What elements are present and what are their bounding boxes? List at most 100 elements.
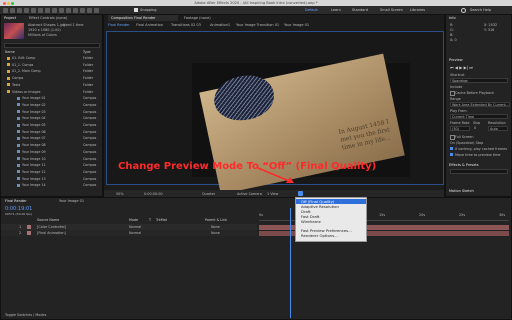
clone-tool-icon[interactable] bbox=[80, 7, 85, 13]
col-parent[interactable]: Parent & Link bbox=[205, 218, 227, 222]
project-item[interactable]: Your Image 08 Compos bbox=[3, 143, 113, 148]
layer-2-mode[interactable]: Normal bbox=[129, 231, 141, 235]
skip-value[interactable]: 0 bbox=[474, 126, 476, 130]
brush-tool-icon[interactable] bbox=[73, 7, 78, 13]
project-item[interactable]: Your Image 03 Compos bbox=[3, 110, 113, 115]
camera-dropdown[interactable]: Active Camera bbox=[237, 192, 262, 196]
range-dropdown[interactable]: Work Area Extended By Current... bbox=[450, 102, 510, 107]
project-item-type: Compos bbox=[83, 183, 97, 188]
playback-controls[interactable]: ⏮ ◀ ▶ ▶| ⏭ bbox=[450, 65, 508, 70]
project-item[interactable]: Your Image 12 Compos bbox=[3, 170, 113, 175]
puppet-tool-icon[interactable] bbox=[94, 7, 99, 13]
pan-tool-icon[interactable] bbox=[45, 7, 50, 13]
preview-mode-menu[interactable]: Off (Final Quality) Adaptive Resolution Dr… bbox=[295, 197, 367, 242]
tab-timeline-your-image-01[interactable]: Your Image 01 bbox=[59, 199, 84, 203]
shortcut-dropdown[interactable]: Spacebar bbox=[450, 78, 508, 83]
folder-icon bbox=[7, 56, 10, 60]
workspace-libraries[interactable]: Libraries bbox=[410, 8, 425, 12]
project-item-name: Your Image 14 bbox=[22, 183, 46, 188]
layer-2-parent[interactable]: None bbox=[211, 231, 220, 235]
layer-1-mode[interactable]: Normal bbox=[129, 225, 141, 229]
selection-tool-icon[interactable] bbox=[10, 7, 15, 13]
tab-footage[interactable]: Footage (none) bbox=[184, 16, 211, 20]
layer-1-number: 1 bbox=[19, 225, 22, 229]
snapping-checkbox[interactable] bbox=[134, 8, 138, 12]
col-source-name[interactable]: Source Name bbox=[37, 218, 59, 222]
type-column-header[interactable]: Type bbox=[83, 50, 91, 54]
layer-1-parent[interactable]: None bbox=[211, 225, 220, 229]
workspace-default[interactable]: Default bbox=[305, 8, 318, 12]
movetime-checkbox[interactable] bbox=[450, 153, 453, 156]
tab-timeline-final-render[interactable]: Final Render bbox=[5, 199, 27, 203]
project-item[interactable]: Your Image 05 Compos bbox=[3, 123, 113, 128]
ifcaching-checkbox[interactable] bbox=[450, 147, 453, 150]
eraser-tool-icon[interactable] bbox=[87, 7, 92, 13]
pen-tool-icon[interactable] bbox=[59, 7, 64, 13]
resolution-dropdown[interactable]: Quarter bbox=[202, 192, 215, 196]
name-column-header[interactable]: Name bbox=[5, 50, 15, 54]
workspace-small-screen[interactable]: Small Screen bbox=[380, 8, 403, 12]
project-search-input[interactable] bbox=[4, 43, 100, 48]
project-item[interactable]: Your Image 11 Compos bbox=[3, 163, 113, 168]
workspace-learn[interactable]: Learn bbox=[331, 8, 341, 12]
tab-project[interactable]: Project bbox=[4, 16, 16, 20]
play-from-dropdown[interactable]: Current Time bbox=[450, 114, 508, 119]
current-time[interactable]: 0:00:00:00 bbox=[144, 192, 163, 196]
frame-rate-dropdown[interactable]: (30) bbox=[450, 126, 470, 131]
project-item[interactable]: Your Image 01 Compos bbox=[3, 96, 113, 101]
project-item-type: Compos bbox=[83, 102, 97, 107]
shape-tool-icon[interactable] bbox=[52, 7, 57, 13]
project-item[interactable]: Your Image 10 Compos bbox=[3, 157, 113, 162]
project-item[interactable]: Your Image 13 Compos bbox=[3, 177, 113, 182]
rotate-tool-icon[interactable] bbox=[31, 7, 36, 13]
view-dropdown[interactable]: 1 View bbox=[267, 192, 278, 196]
fast-preview-icon[interactable] bbox=[298, 191, 303, 196]
project-item[interactable]: Your Image 07 Compos bbox=[3, 136, 113, 141]
subtab-animation1[interactable]: Animation1 bbox=[210, 23, 230, 27]
project-item[interactable]: Texts Folder bbox=[3, 83, 103, 88]
subtab-final-animation[interactable]: Final Animation bbox=[136, 23, 163, 27]
playhead[interactable] bbox=[290, 208, 291, 318]
project-item[interactable]: Your Image 09 Compos bbox=[3, 150, 113, 155]
ruler-tick-label: 0s bbox=[259, 213, 263, 217]
project-item-name: 01_2. Main Comp bbox=[12, 69, 41, 74]
comp-footer: 50% 0:00:00:00 Quarter Active Camera 1 V… bbox=[104, 190, 444, 197]
preview-menu-item[interactable]: Renderer Options... bbox=[301, 233, 338, 238]
subtab-image-transition[interactable]: Your Image Transition 01 bbox=[236, 23, 279, 27]
project-item[interactable]: Your Image 14 Compos bbox=[3, 183, 113, 188]
project-item[interactable]: 01_1. Comps Folder bbox=[3, 63, 103, 68]
project-item-name: Your Image 10 bbox=[22, 156, 46, 161]
col-trkmat[interactable]: TrkMat bbox=[156, 218, 167, 222]
zoom-dropdown[interactable]: 50% bbox=[116, 192, 124, 196]
project-item[interactable]: Your Image 02 Compos bbox=[3, 103, 113, 108]
project-item[interactable]: 01. Edit Comp Folder bbox=[3, 56, 103, 61]
composition-icon bbox=[17, 177, 20, 181]
project-item-type: Compos bbox=[83, 129, 97, 134]
effects-search-input[interactable] bbox=[450, 169, 508, 174]
home-icon[interactable] bbox=[3, 7, 8, 13]
resolution-dropdown-right[interactable]: Auto bbox=[488, 126, 508, 131]
zoom-tool-icon[interactable] bbox=[24, 7, 29, 13]
hand-tool-icon[interactable] bbox=[17, 7, 22, 13]
project-item[interactable]: Your Image 06 Compos bbox=[3, 130, 113, 135]
type-tool-icon[interactable] bbox=[66, 7, 71, 13]
project-item[interactable]: 01_2. Main Comp Folder bbox=[3, 69, 103, 74]
subtab-your-image-01[interactable]: Your Image 01 bbox=[284, 23, 309, 27]
project-item[interactable]: Videos or Images Folder bbox=[3, 90, 103, 95]
project-item[interactable]: Your Image 04 Compos bbox=[3, 116, 113, 121]
col-mode[interactable]: Mode bbox=[129, 218, 138, 222]
search-icon[interactable] bbox=[461, 8, 466, 13]
col-t[interactable]: T bbox=[149, 218, 151, 222]
search-help-label[interactable]: Search Help bbox=[470, 8, 491, 12]
tab-effect-controls[interactable]: Effect Controls (none) bbox=[29, 16, 67, 20]
toggle-switches-modes[interactable]: Toggle Switches / Modes bbox=[5, 313, 46, 317]
subtab-transitions[interactable]: Transitions 02 03 bbox=[171, 23, 201, 27]
workspace-standard[interactable]: Standard bbox=[352, 8, 368, 12]
tab-composition-final-render[interactable]: Composition Final Render bbox=[108, 15, 178, 21]
subtab-final-render[interactable]: Final Render bbox=[108, 23, 130, 27]
camera-tool-icon[interactable] bbox=[38, 7, 43, 13]
project-item-type: Compos bbox=[83, 149, 97, 154]
project-item[interactable]: Comps Folder bbox=[3, 76, 103, 81]
preview-menu-item[interactable]: Wireframe bbox=[301, 219, 321, 224]
layer-row-2[interactable]: 2 [Final Animation] Normal None bbox=[1, 230, 257, 236]
